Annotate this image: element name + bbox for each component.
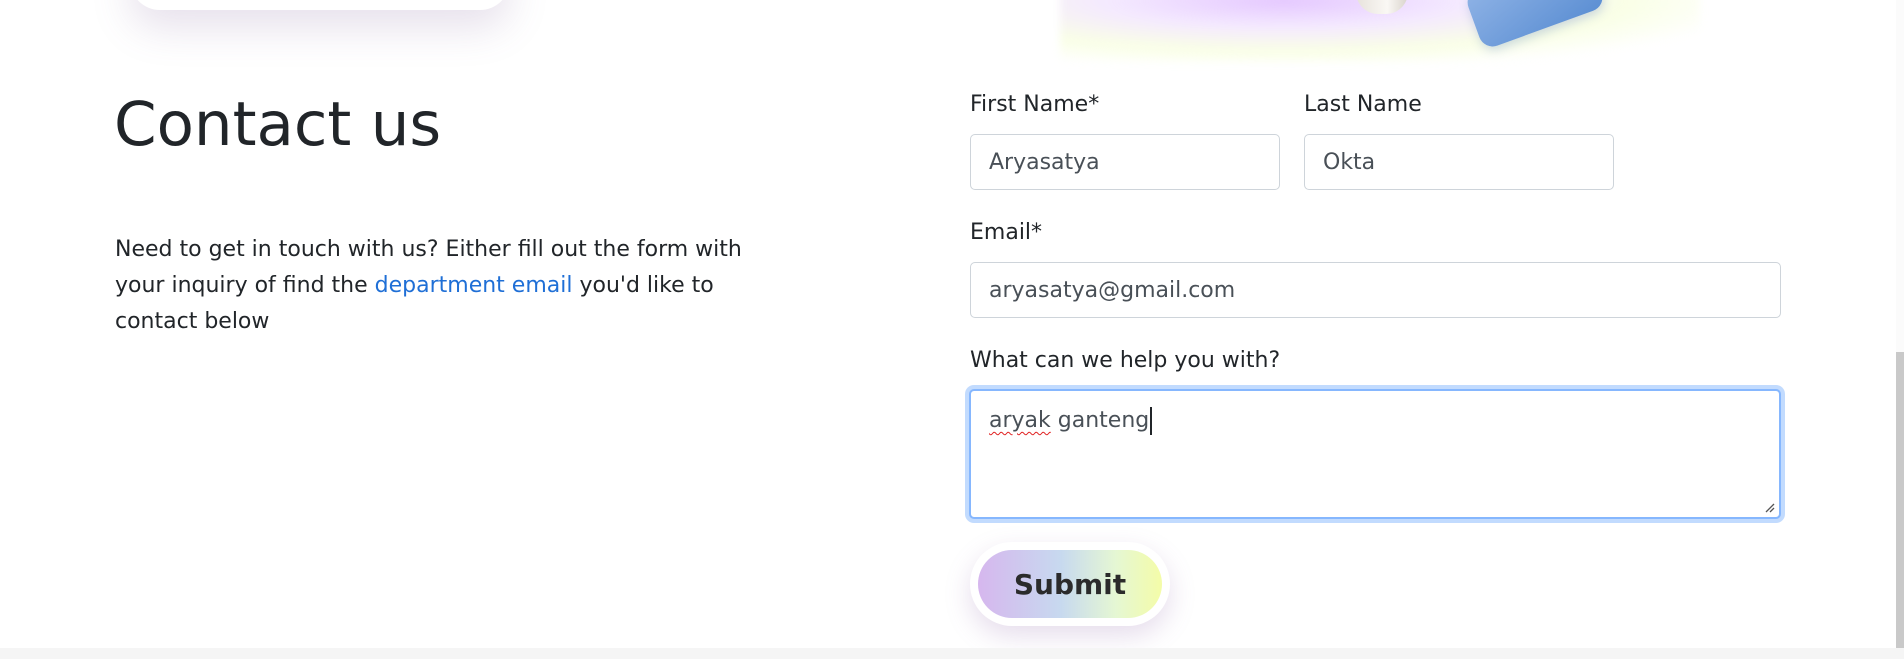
message-value-rest: ganteng xyxy=(1050,408,1150,433)
submit-button[interactable]: Submit xyxy=(978,550,1162,618)
first-name-label: First Name* xyxy=(970,92,1100,117)
message-textarea[interactable]: aryak ganteng xyxy=(969,389,1781,519)
page-title: Contact us xyxy=(114,89,442,160)
message-value: aryak ganteng xyxy=(989,407,1153,435)
email-value: aryasatya@gmail.com xyxy=(989,277,1236,303)
scrollbar-thumb[interactable] xyxy=(1896,352,1904,648)
resize-grip-icon[interactable] xyxy=(1763,501,1775,513)
last-name-field[interactable]: Okta xyxy=(1304,134,1614,190)
first-name-field[interactable]: Aryasatya xyxy=(970,134,1280,190)
last-name-label: Last Name xyxy=(1304,92,1422,117)
spellcheck-misspelled-word: aryak xyxy=(989,408,1051,433)
intro-text: Need to get in touch with us? Either fil… xyxy=(115,232,755,340)
submit-button-container: Submit xyxy=(970,542,1170,626)
department-email-link[interactable]: department email xyxy=(375,273,573,298)
footer-edge xyxy=(0,648,1904,659)
last-name-value: Okta xyxy=(1323,149,1376,175)
scrollbar-track[interactable] xyxy=(1896,0,1904,648)
message-label: What can we help you with? xyxy=(970,348,1281,373)
decorative-card xyxy=(130,0,510,10)
email-label: Email* xyxy=(970,220,1043,245)
text-caret xyxy=(1150,407,1153,435)
email-field[interactable]: aryasatya@gmail.com xyxy=(970,262,1781,318)
first-name-value: Aryasatya xyxy=(989,149,1100,175)
